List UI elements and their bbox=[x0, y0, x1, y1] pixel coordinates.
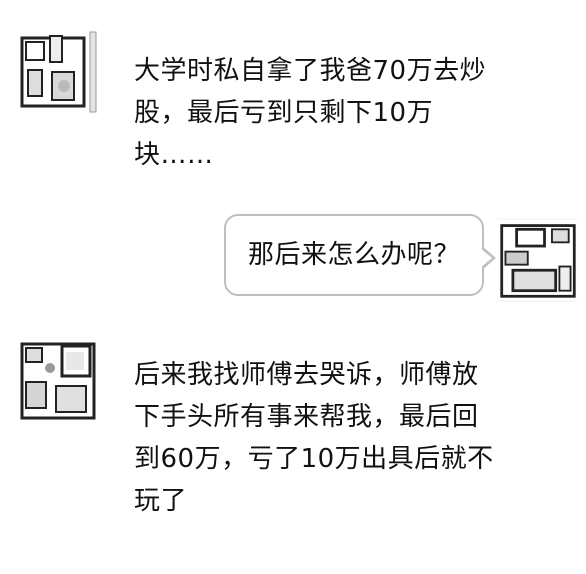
message-line: 到60万，亏了10万出具后就不 bbox=[134, 444, 494, 474]
message-bubble: 那后来怎么办呢？ bbox=[224, 214, 496, 296]
message-line: 玩了 bbox=[134, 486, 188, 516]
room-floorplan-avatar-icon bbox=[498, 220, 578, 300]
message-line: 块…… bbox=[134, 140, 214, 170]
message-line: 下手头所有事来帮我，最后回 bbox=[134, 402, 479, 432]
message-text: 大学时私自拿了我爸70万去炒 股，最后亏到只剩下10万 块…… bbox=[134, 50, 486, 176]
room-floorplan-avatar-icon bbox=[16, 338, 102, 424]
room-floorplan-avatar-icon bbox=[16, 28, 102, 114]
message-text: 那后来怎么办呢？ bbox=[248, 240, 461, 270]
avatar bbox=[16, 338, 102, 424]
avatar bbox=[498, 218, 578, 302]
message-text: 后来我找师傅去哭诉，师傅放 下手头所有事来帮我，最后回 到60万，亏了10万出具… bbox=[134, 354, 494, 522]
avatar bbox=[16, 28, 102, 114]
message-line: 大学时私自拿了我爸70万去炒 bbox=[134, 56, 487, 86]
bubble-tail bbox=[480, 246, 496, 270]
message-line: 股，最后亏到只剩下10万 bbox=[134, 98, 434, 128]
message-line: 后来我找师傅去哭诉，师傅放 bbox=[134, 360, 479, 390]
